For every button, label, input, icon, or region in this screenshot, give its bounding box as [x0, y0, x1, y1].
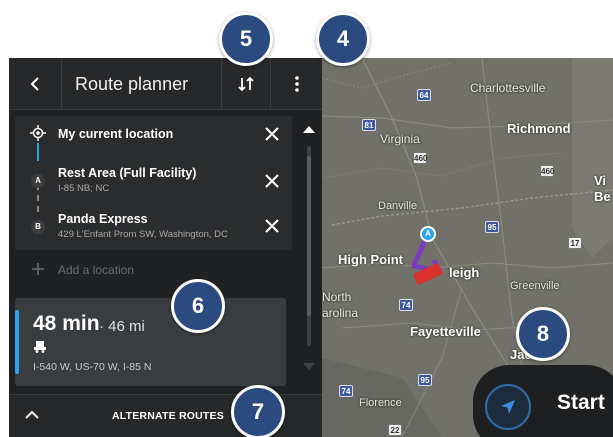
- remove-stop-icon[interactable]: [264, 126, 280, 142]
- map-label-virginia: Virginia: [380, 132, 420, 146]
- stop-name: Rest Area (Full Facility): [58, 166, 197, 180]
- map-marker-a-label: A: [425, 229, 431, 238]
- map-label-raleigh: leigh: [449, 265, 480, 280]
- chevron-left-icon: [30, 77, 39, 91]
- more-options-button[interactable]: [271, 58, 322, 110]
- scroll-up-icon[interactable]: [302, 124, 316, 134]
- route-selected-indicator: [15, 310, 19, 374]
- more-vertical-icon: [294, 76, 299, 92]
- reorder-icon: [238, 76, 254, 92]
- alternate-routes-label: ALTERNATE ROUTES: [112, 410, 224, 422]
- plus-icon: [32, 263, 44, 275]
- crosshair-location-icon: [30, 125, 46, 141]
- stop-row-origin[interactable]: My current location: [15, 116, 292, 152]
- page-title: Route planner: [75, 74, 189, 94]
- map-label-high-point: High Point: [338, 252, 403, 267]
- truck-icon: [34, 341, 46, 353]
- start-navigation-button[interactable]: Start: [473, 365, 613, 437]
- start-label: Start: [557, 391, 605, 414]
- stops-list: My current location A Rest Area (Full Fa…: [15, 116, 292, 250]
- remove-stop-icon[interactable]: [264, 218, 280, 234]
- map-marker-a[interactable]: A: [420, 226, 436, 242]
- highway-shield-95a: 95: [485, 221, 499, 233]
- stop-row-a[interactable]: A Rest Area (Full Facility) I-85 NB; NC: [15, 160, 292, 200]
- stop-name: My current location: [58, 127, 174, 141]
- stop-address: 429 L'Enfant Prom SW, Washington, DC: [58, 229, 228, 240]
- start-icon-circle: [485, 384, 531, 430]
- highway-shield-64: 64: [417, 89, 431, 101]
- stop-marker-a: A: [31, 174, 45, 188]
- highway-shield-74a: 74: [399, 299, 413, 311]
- route-distance: · 46 mi: [99, 318, 145, 335]
- map-label-danville: Danville: [378, 200, 418, 212]
- map-label-greenville: Greenville: [510, 280, 560, 292]
- add-location-label: Add a location: [58, 263, 135, 277]
- route-planner-panel: Route planner My current location A Rest…: [9, 58, 322, 437]
- highway-shield-95b: 95: [418, 374, 432, 386]
- callout-badge-7: 7: [231, 385, 285, 437]
- route-duration: 48 min: [33, 312, 100, 335]
- callout-badge-4: 4: [316, 12, 370, 66]
- callout-badge-8: 8: [516, 307, 570, 361]
- header-divider: [61, 58, 62, 110]
- map-label-richmond: Richmond: [507, 121, 571, 136]
- stops-scrollbar[interactable]: [299, 116, 319, 386]
- highway-shield-460b: 460: [540, 165, 555, 177]
- highway-shield-81: 81: [362, 119, 376, 131]
- stop-address: I-85 NB; NC: [58, 183, 110, 194]
- map-label-fayetteville: Fayetteville: [410, 324, 481, 339]
- route-option-card[interactable]: 48 min · 46 mi I-540 W, US-70 W, I-85 N: [15, 298, 286, 386]
- map-label-be: Be: [594, 189, 611, 204]
- map-label-carolina: arolina: [322, 306, 359, 320]
- scroll-thumb[interactable]: [307, 156, 311, 316]
- stop-name: Panda Express: [58, 212, 148, 226]
- add-location-button[interactable]: Add a location: [15, 256, 292, 284]
- back-button[interactable]: [9, 58, 61, 110]
- scroll-down-icon[interactable]: [302, 362, 316, 372]
- callout-badge-5: 5: [219, 12, 273, 66]
- panel-header: Route planner: [9, 58, 322, 110]
- highway-shield-460a: 460: [413, 152, 428, 164]
- map-label-florence: Florence: [359, 397, 402, 409]
- stop-row-b[interactable]: B Panda Express 429 L'Enfant Prom SW, Wa…: [15, 206, 292, 246]
- remove-stop-icon[interactable]: [264, 173, 280, 189]
- chevron-up-icon: [25, 410, 39, 419]
- highway-shield-74b: 74: [339, 385, 353, 397]
- route-via-roads: I-540 W, US-70 W, I-85 N: [33, 361, 152, 373]
- highway-shield-22: 22: [388, 424, 402, 436]
- stop-marker-b: B: [31, 220, 45, 234]
- navigation-arrow-icon: [501, 400, 515, 414]
- map-label-charlottesville: Charlottesville: [470, 81, 546, 95]
- highway-shield-17: 17: [568, 237, 582, 249]
- callout-badge-6: 6: [171, 279, 225, 333]
- map-label-north: North: [322, 290, 352, 304]
- map-label-vi: Vi: [594, 173, 607, 188]
